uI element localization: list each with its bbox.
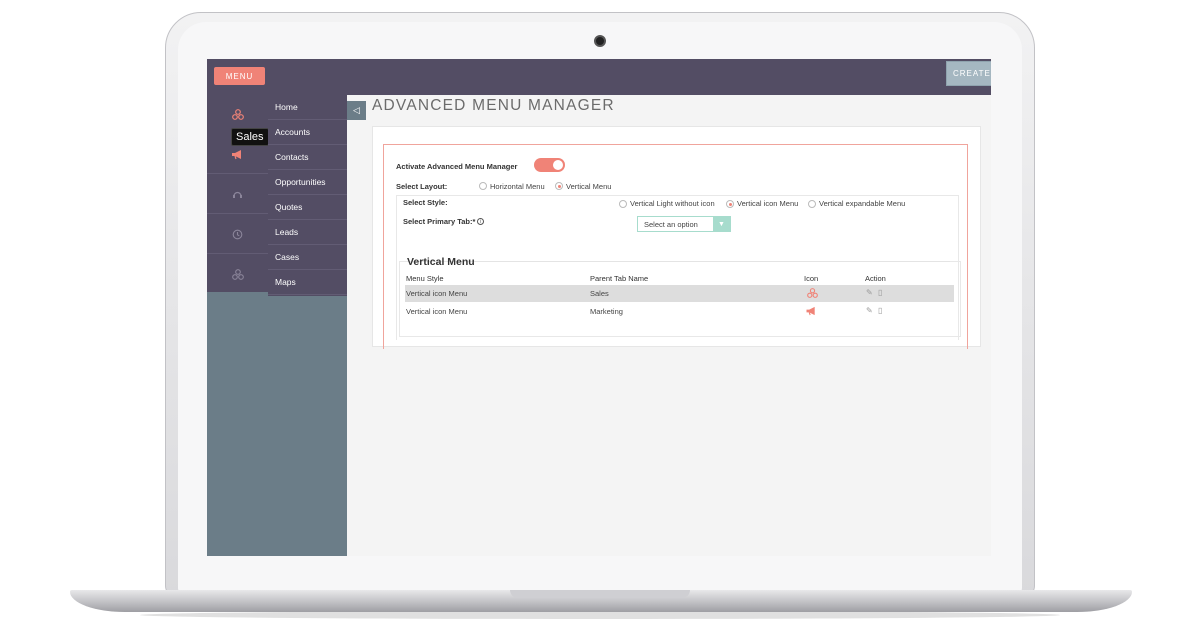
- column-header-menu-style: Menu Style: [406, 274, 444, 283]
- trash-icon[interactable]: ▯: [878, 306, 882, 315]
- layout-option-horizontal: Horizontal Menu: [490, 182, 545, 191]
- headset-icon[interactable]: [207, 175, 268, 213]
- sales-tooltip: Sales: [231, 128, 269, 146]
- top-nav-bar: MENU CREATE: [207, 59, 991, 95]
- create-button[interactable]: CREATE: [946, 61, 991, 86]
- column-header-parent-tab: Parent Tab Name: [590, 274, 649, 283]
- laptop-base-notch: [510, 590, 690, 598]
- sidebar-divider: [207, 253, 268, 254]
- edit-icon[interactable]: ✎: [866, 288, 873, 297]
- settings-panel: Activate Advanced Menu Manager Select La…: [372, 126, 981, 349]
- settings-form: Activate Advanced Menu Manager Select La…: [383, 144, 968, 349]
- layout-radio-horizontal[interactable]: [479, 182, 487, 190]
- edit-icon[interactable]: ✎: [866, 306, 873, 315]
- sidebar-divider: [207, 173, 268, 174]
- clock-icon[interactable]: [207, 215, 268, 253]
- table-row[interactable]: Vertical icon Menu Sales ✎ ▯: [405, 285, 954, 302]
- camera-icon: [594, 35, 606, 47]
- submenu-item-maps[interactable]: Maps: [268, 270, 347, 295]
- collapse-sidebar-button[interactable]: ◁: [347, 101, 366, 120]
- megaphone-icon: [805, 306, 818, 318]
- submenu-item-opportunities[interactable]: Opportunities: [268, 170, 347, 195]
- sales-icon: [807, 288, 818, 300]
- style-label: Select Style:: [403, 198, 448, 207]
- primary-tab-value: Select an option: [644, 220, 698, 229]
- row-menu-style: Vertical icon Menu: [406, 289, 468, 298]
- sidebar-divider: [207, 213, 268, 214]
- style-section: Select Style: Vertical Light without ico…: [396, 195, 961, 340]
- submenu-item-accounts[interactable]: Accounts: [268, 120, 347, 145]
- activate-toggle[interactable]: [534, 158, 565, 172]
- laptop-shadow: [140, 611, 1060, 619]
- column-header-action: Action: [865, 274, 886, 283]
- vertical-menu-divider: [475, 261, 950, 262]
- layout-option-vertical: Vertical Menu: [566, 182, 612, 191]
- info-icon: i: [477, 218, 484, 225]
- style-radio-light[interactable]: [619, 200, 627, 208]
- row-menu-style: Vertical icon Menu: [406, 307, 468, 316]
- style-radio-icon[interactable]: [726, 200, 734, 208]
- submenu-item-quotes[interactable]: Quotes: [268, 195, 347, 220]
- style-option-expandable: Vertical expandable Menu: [819, 199, 906, 208]
- layout-radio-vertical[interactable]: [555, 182, 563, 190]
- style-option-light: Vertical Light without icon: [630, 199, 715, 208]
- sales-submenu: Home Accounts Contacts Opportunities Quo…: [268, 95, 347, 296]
- submenu-item-leads[interactable]: Leads: [268, 220, 347, 245]
- submenu-item-contacts[interactable]: Contacts: [268, 145, 347, 170]
- primary-tab-label: Select Primary Tab:*: [403, 217, 476, 226]
- activate-label: Activate Advanced Menu Manager: [396, 162, 518, 171]
- screen: MENU CREATE Sales Home Accounts Contacts…: [207, 59, 991, 556]
- sidebar-icon-column: [207, 95, 268, 292]
- chevron-down-icon: ▼: [713, 217, 730, 231]
- row-parent-tab: Marketing: [590, 307, 623, 316]
- menu-button[interactable]: MENU: [214, 67, 265, 85]
- submenu-item-home[interactable]: Home: [268, 95, 347, 120]
- style-option-icon: Vertical icon Menu: [737, 199, 799, 208]
- row-parent-tab: Sales: [590, 289, 609, 298]
- page-title: ADVANCED MENU MANAGER: [372, 97, 615, 114]
- column-header-icon: Icon: [804, 274, 819, 283]
- network-icon[interactable]: [207, 255, 268, 293]
- submenu-item-cases[interactable]: Cases: [268, 245, 347, 270]
- primary-tab-select[interactable]: Select an option ▼: [637, 216, 731, 232]
- vertical-menu-title: Vertical Menu: [407, 256, 475, 268]
- layout-label: Select Layout:: [396, 182, 448, 191]
- style-radio-expandable[interactable]: [808, 200, 816, 208]
- table-row[interactable]: Vertical icon Menu Marketing ✎ ▯: [405, 303, 954, 320]
- toggle-knob: [553, 160, 563, 170]
- trash-icon[interactable]: ▯: [878, 288, 882, 297]
